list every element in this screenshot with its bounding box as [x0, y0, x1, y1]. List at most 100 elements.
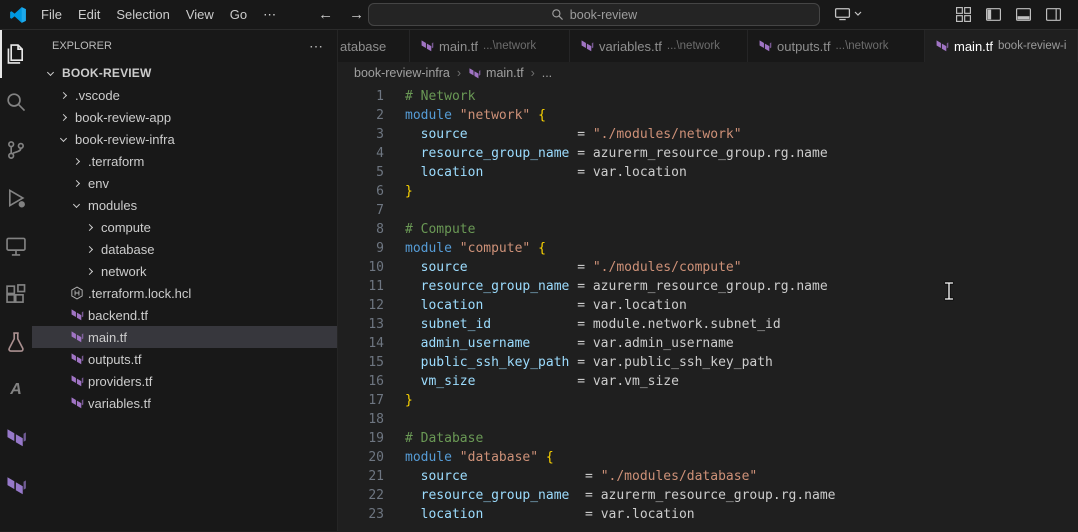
title-bar: File Edit Selection View Go ⋯ ← → book-review: [0, 0, 1078, 30]
tree-folder-book-review-app[interactable]: book-review-app: [32, 106, 337, 128]
tab-description: ...\network: [835, 40, 889, 52]
tree-item-label: compute: [101, 219, 151, 235]
chevron-right-icon: [81, 241, 98, 257]
line-number: 19: [368, 431, 384, 446]
terraform-file-icon: [580, 39, 594, 53]
menu-file[interactable]: File: [33, 4, 70, 25]
terraform-cloud-icon[interactable]: [0, 462, 32, 510]
terraform-file-icon: [68, 307, 85, 323]
breadcrumb-item-book-review-infra[interactable]: book-review-infra: [354, 66, 450, 80]
tree-folder-.terraform[interactable]: .terraform: [32, 150, 337, 172]
source-control-icon[interactable]: [0, 126, 32, 174]
breadcrumb: book-review-infra › main.tf ›...: [338, 62, 1078, 84]
terraform-icon[interactable]: [0, 414, 32, 462]
line-number: 12: [368, 298, 384, 313]
line-number: 4: [376, 146, 384, 161]
code-line: 10 source = "./modules/compute": [338, 258, 1078, 277]
tree-folder-modules[interactable]: modules: [32, 194, 337, 216]
code-line: 11 resource_group_name = azurerm_resourc…: [338, 277, 1078, 296]
customize-layout-icon[interactable]: [955, 6, 972, 23]
chevron-down-icon: [55, 131, 72, 147]
screencast-dropdown[interactable]: [834, 5, 862, 22]
tree-folder-network[interactable]: network: [32, 260, 337, 282]
tree-file-backend.tf[interactable]: backend.tf: [32, 304, 337, 326]
line-number: 17: [368, 393, 384, 408]
line-number: 11: [368, 279, 384, 294]
back-arrow-icon[interactable]: ←: [318, 6, 333, 23]
menu-edit[interactable]: Edit: [70, 4, 108, 25]
code-editor[interactable]: 1 # Network 2 module "network" {3 source = …: [338, 84, 1078, 531]
toggle-primary-sidebar-icon[interactable]: [985, 6, 1002, 23]
chevron-right-icon: [81, 263, 98, 279]
tab-label: main.tf: [439, 38, 479, 54]
tab-main.tf[interactable]: main.tf book-review-i: [925, 30, 1078, 62]
remote-explorer-icon[interactable]: [0, 222, 32, 270]
code-text: source = "./modules/compute": [420, 260, 742, 275]
extensions-icon[interactable]: [0, 270, 32, 318]
toggle-secondary-sidebar-icon[interactable]: [1045, 6, 1062, 23]
code-line: 21 source = "./modules/database": [338, 467, 1078, 486]
tab-outputs.tf[interactable]: outputs.tf ...\network: [748, 30, 925, 62]
menu-go[interactable]: Go: [222, 4, 255, 25]
breadcrumb-item-main.tf[interactable]: main.tf: [468, 66, 524, 80]
code-line: 12 location = var.location: [338, 296, 1078, 315]
code-line: 3 source = "./modules/network": [338, 125, 1078, 144]
tree-item-label: outputs.tf: [88, 351, 142, 367]
code-line: 6}: [338, 182, 1078, 201]
tree-folder-env[interactable]: env: [32, 172, 337, 194]
search-icon[interactable]: [0, 78, 32, 126]
breadcrumb-item-...[interactable]: ...: [542, 66, 552, 80]
tree-file-outputs.tf[interactable]: outputs.tf: [32, 348, 337, 370]
tree-folder-BOOK-REVIEW[interactable]: BOOK-REVIEW: [32, 62, 337, 84]
tree-item-label: providers.tf: [88, 373, 153, 389]
terraform-file-icon: [468, 67, 481, 80]
explorer-more-actions-icon[interactable]: ⋯: [309, 38, 323, 55]
terraform-file-icon: [420, 39, 434, 53]
azure-terraform-icon[interactable]: A: [0, 366, 32, 414]
line-number: 23: [368, 507, 384, 522]
tree-folder-.vscode[interactable]: .vscode: [32, 84, 337, 106]
history-navigation: ← →: [318, 6, 364, 23]
tree-folder-compute[interactable]: compute: [32, 216, 337, 238]
menu-more[interactable]: ⋯: [255, 4, 284, 26]
code-text: source = "./modules/database": [420, 469, 758, 484]
testing-icon[interactable]: [0, 318, 32, 366]
tree-file-.terraform.lock.hcl[interactable]: .terraform.lock.hcl: [32, 282, 337, 304]
tree-file-main.tf[interactable]: main.tf: [32, 326, 337, 348]
command-center-search[interactable]: book-review: [368, 3, 820, 26]
file-tree: BOOK-REVIEW .vscode book-review-app book-re…: [32, 62, 337, 414]
explorer-icon[interactable]: [0, 30, 32, 78]
explorer-title: EXPLORER: [52, 40, 112, 52]
tab-atabase[interactable]: atabase: [338, 30, 410, 62]
code-line: 5 location = var.location: [338, 163, 1078, 182]
menu-view[interactable]: View: [178, 4, 222, 25]
menu-selection[interactable]: Selection: [108, 4, 177, 25]
code-line: 9 module "compute" {: [338, 239, 1078, 258]
line-number: 21: [368, 469, 384, 484]
line-number: 18: [368, 412, 384, 427]
run-debug-icon[interactable]: [0, 174, 32, 222]
code-text: source = "./modules/network": [420, 127, 742, 142]
tree-file-providers.tf[interactable]: providers.tf: [32, 370, 337, 392]
tree-folder-book-review-infra[interactable]: book-review-infra: [32, 128, 337, 150]
tree-item-label: BOOK-REVIEW: [62, 66, 152, 80]
tab-bar: atabase main.tf ...\network variables.tf...…: [338, 30, 1078, 62]
code-text: resource_group_name = azurerm_resource_g…: [420, 279, 828, 294]
tree-file-variables.tf[interactable]: variables.tf: [32, 392, 337, 414]
chevron-down-icon: [68, 197, 85, 213]
line-number: 14: [368, 336, 384, 351]
toggle-panel-icon[interactable]: [1015, 6, 1032, 23]
code-text: # Database: [405, 431, 484, 446]
code-text: module "database" {: [405, 450, 554, 465]
chevron-right-icon: [55, 87, 72, 103]
code-line: 16 vm_size = var.vm_size: [338, 372, 1078, 391]
tree-item-label: env: [88, 175, 109, 191]
chevron-right-icon: [68, 175, 85, 191]
line-number: 1: [376, 89, 384, 104]
tab-variables.tf[interactable]: variables.tf ...\network: [570, 30, 748, 62]
line-number: 20: [368, 450, 384, 465]
tab-main.tf[interactable]: main.tf ...\network: [410, 30, 570, 62]
tree-folder-database[interactable]: database: [32, 238, 337, 260]
line-number: 13: [368, 317, 384, 332]
forward-arrow-icon[interactable]: →: [349, 6, 364, 23]
